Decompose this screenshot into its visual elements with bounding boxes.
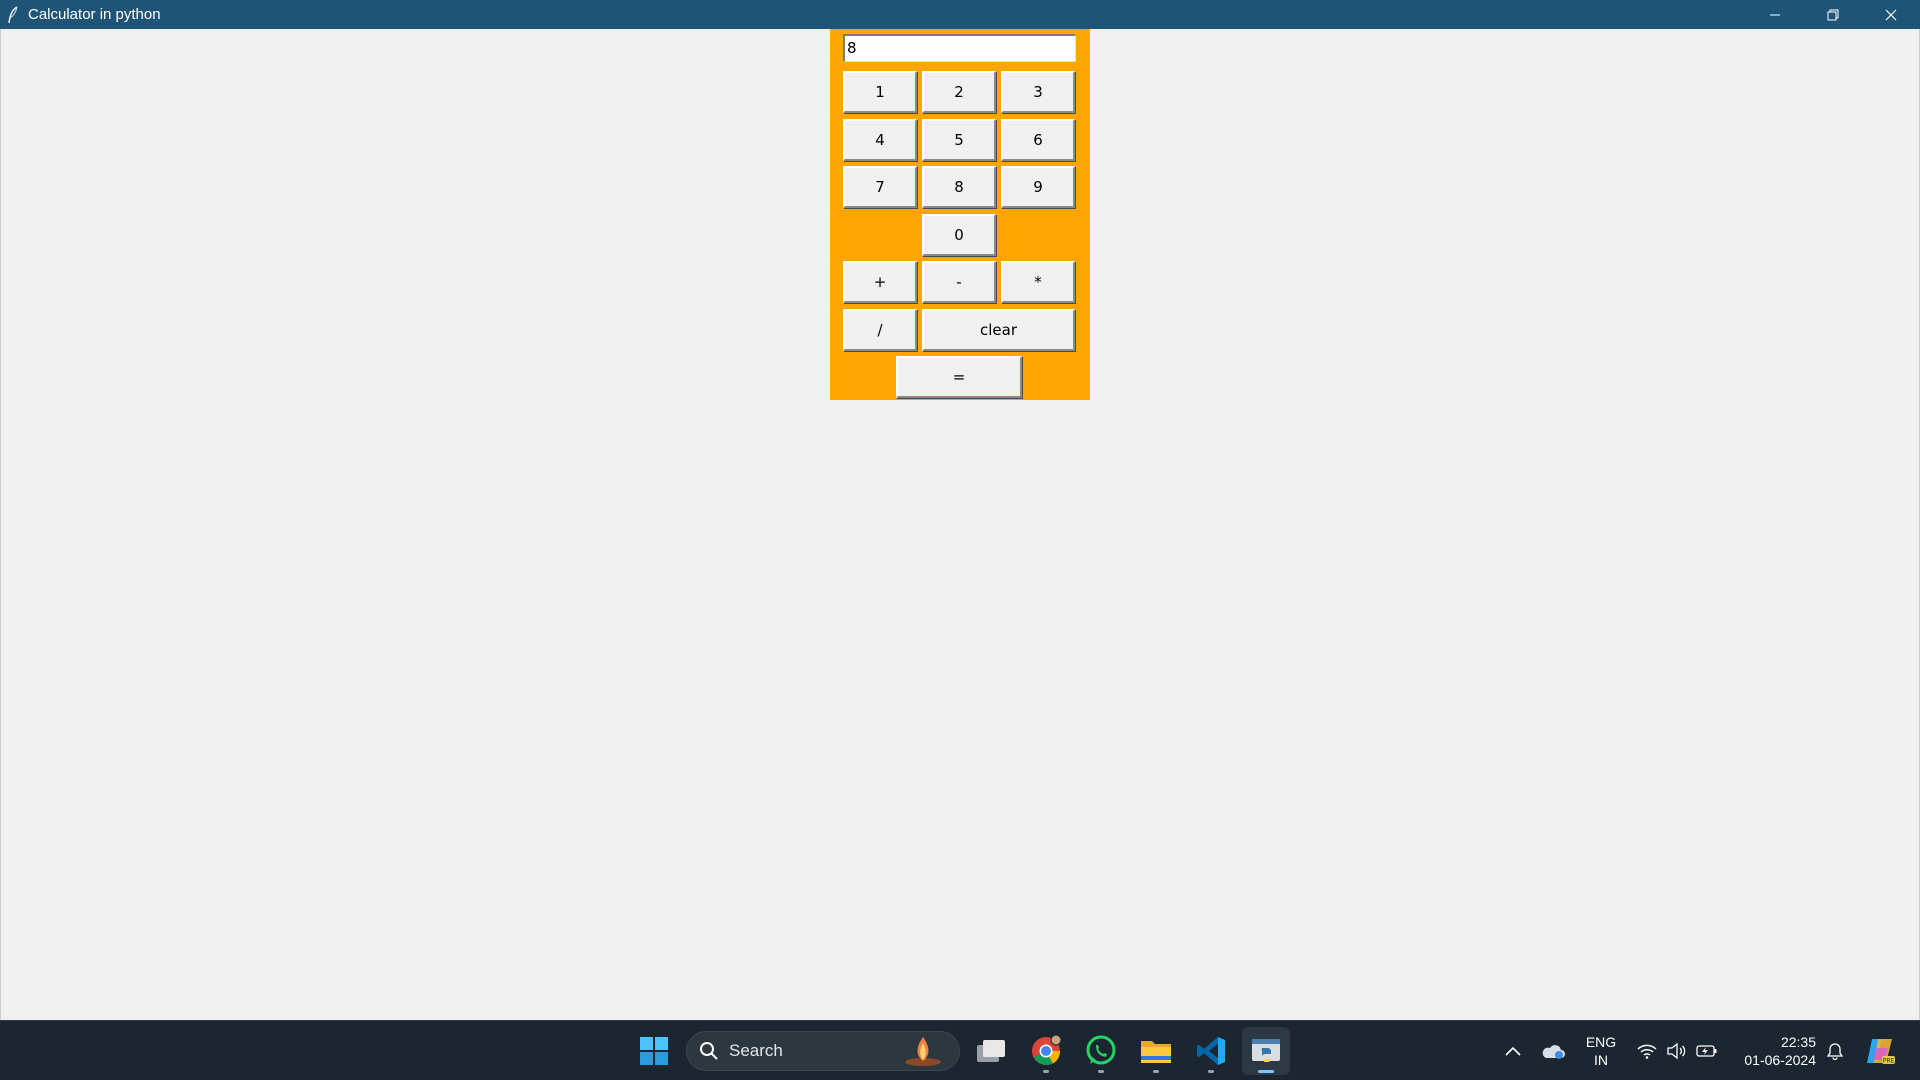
chrome-icon bbox=[1032, 1035, 1062, 1066]
search-highlight-icon bbox=[901, 1035, 945, 1067]
chevron-up-icon bbox=[1505, 1046, 1521, 1056]
language-indicator[interactable]: ENG IN bbox=[1576, 1021, 1626, 1080]
taskbar-search-box[interactable]: Search bbox=[686, 1031, 960, 1071]
chrome-taskbar-button[interactable] bbox=[1022, 1027, 1070, 1075]
digit-0-button[interactable]: 0 bbox=[922, 214, 996, 256]
feather-icon bbox=[6, 5, 20, 24]
clock-time: 22:35 bbox=[1780, 1034, 1816, 1050]
clear-button[interactable]: clear bbox=[922, 309, 1075, 351]
clock-date: 01-06-2024 bbox=[1744, 1052, 1816, 1068]
search-placeholder: Search bbox=[729, 1041, 783, 1060]
show-hidden-icons-button[interactable] bbox=[1500, 1021, 1526, 1080]
minus-button[interactable]: - bbox=[922, 261, 996, 303]
digit-3-button[interactable]: 3 bbox=[1001, 71, 1075, 113]
task-view-button[interactable] bbox=[967, 1027, 1015, 1075]
bell-icon bbox=[1826, 1043, 1844, 1060]
start-button[interactable] bbox=[630, 1027, 678, 1075]
vscode-taskbar-button[interactable] bbox=[1187, 1027, 1235, 1075]
minimize-button[interactable] bbox=[1746, 0, 1804, 29]
calculator-panel: 8 1 2 3 4 5 6 7 8 9 0 + - * / clear = bbox=[830, 29, 1090, 400]
restore-button[interactable] bbox=[1804, 0, 1862, 29]
digit-8-button[interactable]: 8 bbox=[922, 166, 996, 208]
wifi-icon bbox=[1637, 1044, 1657, 1059]
file-explorer-taskbar-button[interactable] bbox=[1132, 1027, 1180, 1075]
onedrive-tray-button[interactable] bbox=[1538, 1021, 1568, 1080]
task-view-icon bbox=[977, 1040, 1005, 1062]
display-input[interactable]: 8 bbox=[843, 34, 1076, 62]
volume-tray-button[interactable] bbox=[1664, 1021, 1690, 1080]
language-code: ENG bbox=[1585, 1034, 1617, 1050]
battery-charging-icon bbox=[1696, 1045, 1717, 1057]
whatsapp-taskbar-button[interactable] bbox=[1077, 1027, 1125, 1075]
digit-5-button[interactable]: 5 bbox=[922, 119, 996, 161]
clock[interactable]: 22:35 01-06-2024 bbox=[1730, 1021, 1816, 1080]
title-bar: Calculator in python bbox=[0, 0, 1920, 29]
copilot-icon: PRE bbox=[1867, 1039, 1895, 1065]
plus-button[interactable]: + bbox=[843, 261, 917, 303]
digit-1-button[interactable]: 1 bbox=[843, 71, 917, 113]
minimize-icon bbox=[1770, 14, 1780, 15]
windows-start-icon bbox=[640, 1037, 668, 1065]
digit-6-button[interactable]: 6 bbox=[1001, 119, 1075, 161]
copilot-button[interactable]: PRE bbox=[1862, 1021, 1898, 1080]
vscode-icon bbox=[1197, 1037, 1225, 1065]
restore-icon bbox=[1827, 9, 1839, 20]
window-title: Calculator in python bbox=[28, 6, 161, 23]
file-explorer-icon bbox=[1141, 1041, 1171, 1063]
svg-text:PRE: PRE bbox=[1883, 1058, 1895, 1065]
digit-9-button[interactable]: 9 bbox=[1001, 166, 1075, 208]
notifications-button[interactable] bbox=[1822, 1021, 1848, 1080]
multiply-button[interactable]: * bbox=[1001, 261, 1075, 303]
close-icon bbox=[1885, 9, 1897, 20]
wifi-tray-button[interactable] bbox=[1634, 1021, 1660, 1080]
python-taskbar-button[interactable] bbox=[1242, 1027, 1290, 1075]
equals-button[interactable]: = bbox=[896, 356, 1022, 398]
python-icon bbox=[1252, 1039, 1280, 1062]
cloud-icon bbox=[1542, 1045, 1565, 1059]
digit-4-button[interactable]: 4 bbox=[843, 119, 917, 161]
digit-7-button[interactable]: 7 bbox=[843, 166, 917, 208]
taskbar: Search ENG IN 22:35 01-06-2024 PRE bbox=[0, 1020, 1920, 1080]
speaker-icon bbox=[1667, 1043, 1686, 1059]
search-icon bbox=[699, 1041, 719, 1061]
battery-tray-button[interactable] bbox=[1694, 1021, 1720, 1080]
divide-button[interactable]: / bbox=[843, 309, 917, 351]
close-button[interactable] bbox=[1862, 0, 1920, 29]
digit-2-button[interactable]: 2 bbox=[922, 71, 996, 113]
region-code: IN bbox=[1594, 1052, 1608, 1068]
whatsapp-icon bbox=[1086, 1035, 1116, 1065]
